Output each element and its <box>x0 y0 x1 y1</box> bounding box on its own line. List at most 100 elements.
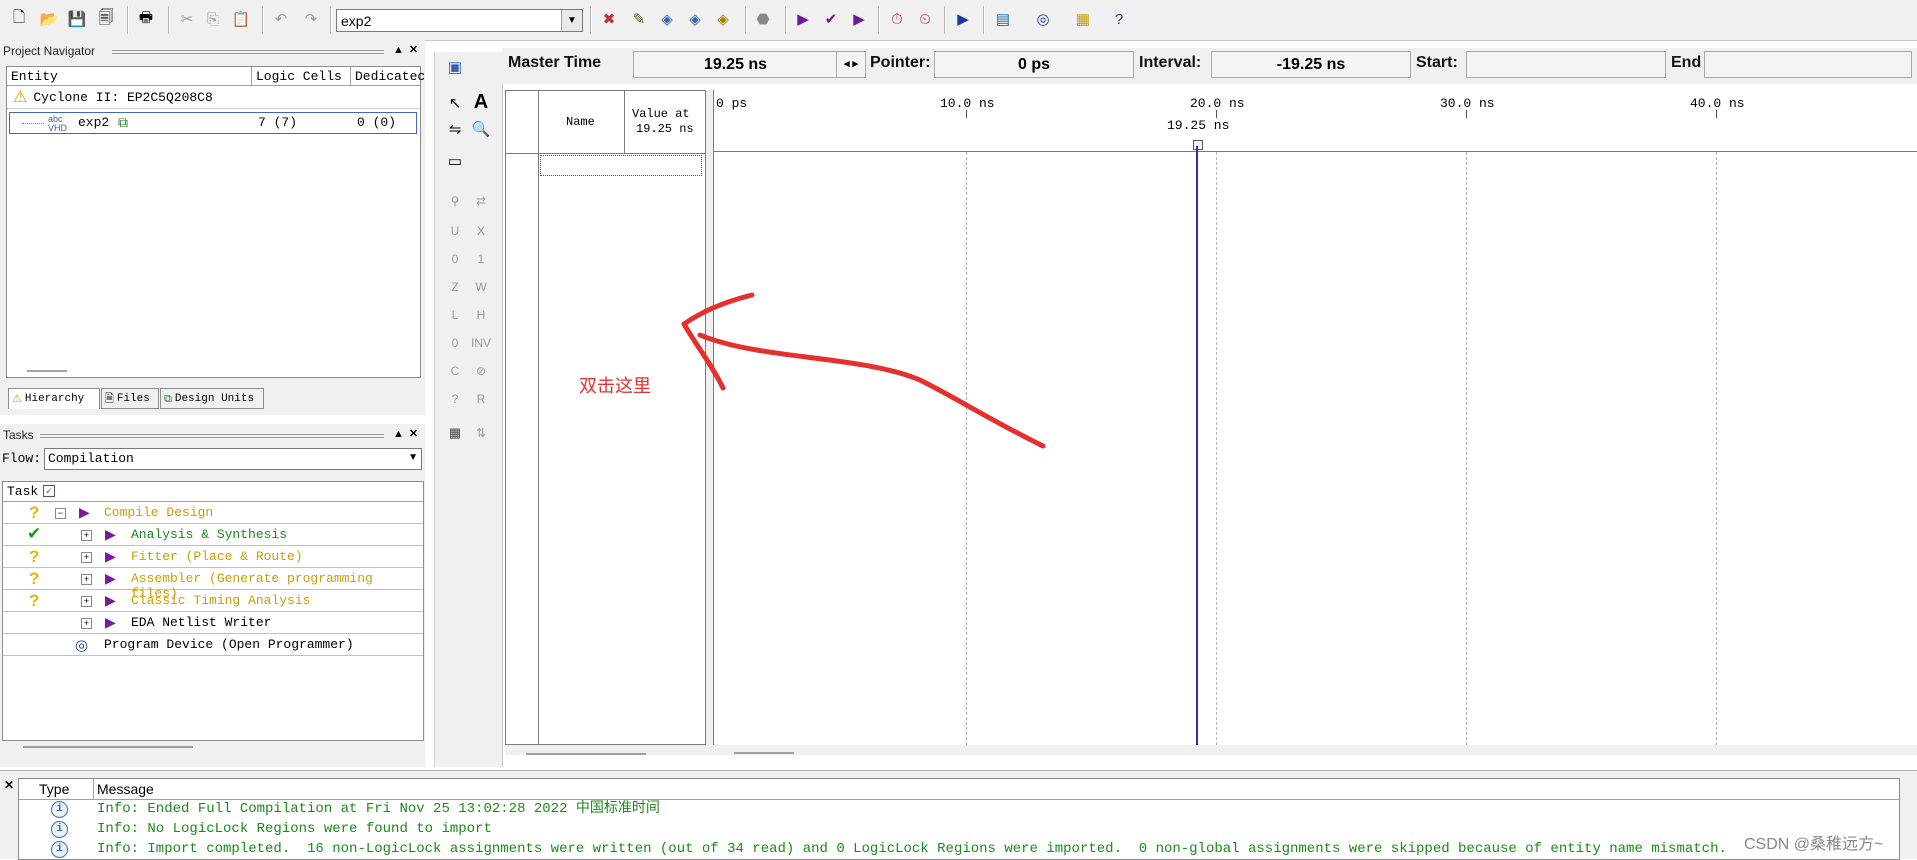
task-fitter[interactable]: ? + ▶ Fitter (Place & Route) <box>3 546 423 568</box>
compile-analysis-icon[interactable]: ◈ <box>656 8 678 30</box>
save-icon[interactable]: 💾 <box>66 8 88 30</box>
weak-high-icon[interactable]: H <box>470 304 492 326</box>
table-row[interactable]: abc VHD exp2 ⧉ 7 (7) 0 (0) <box>9 112 417 134</box>
window-icon[interactable]: ▣ <box>444 56 466 78</box>
task-analysis-synthesis[interactable]: ✔ + ▶ Analysis & Synthesis <box>3 524 423 546</box>
dont-care-icon[interactable]: X <box>470 220 492 242</box>
cursor-handle[interactable] <box>1193 140 1203 150</box>
find-icon[interactable]: ⚲ <box>444 190 466 212</box>
run-icon[interactable]: ▶ <box>79 504 90 521</box>
pointer-field[interactable]: 0 ps <box>934 51 1134 78</box>
forcing-high-icon[interactable]: 1 <box>470 248 492 270</box>
project-combo[interactable]: exp2 ▼ <box>336 9 583 32</box>
stop-compile-icon[interactable]: ✖ <box>598 8 620 30</box>
signal-name-panel[interactable]: Name Value at 19.25 ns <box>505 90 706 755</box>
scrollbar[interactable] <box>23 746 193 748</box>
empty-signal-slot[interactable] <box>540 155 702 176</box>
name-column-header[interactable]: Name <box>566 115 595 129</box>
text-tool-icon[interactable]: A <box>470 91 492 113</box>
cut-icon[interactable]: ✂ <box>176 8 198 30</box>
compile-assembler-icon[interactable]: ◈ <box>712 8 734 30</box>
run-icon[interactable]: ▶ <box>105 548 116 565</box>
timing-analyzer-icon[interactable]: ⏱ <box>886 8 908 30</box>
chevron-down-icon[interactable]: ▼ <box>561 10 582 31</box>
uninitialized-icon[interactable]: U <box>444 220 466 242</box>
column-header-entity[interactable]: Entity <box>7 67 252 86</box>
task-compile-design[interactable]: ? − ▶ Compile Design <box>3 502 423 524</box>
start-field[interactable] <box>1466 51 1666 78</box>
expand-icon[interactable]: + <box>81 574 92 585</box>
column-header-logic-cells[interactable]: Logic Cells <box>252 67 351 86</box>
task-classic-timing[interactable]: ? + ▶ Classic Timing Analysis <box>3 590 423 612</box>
collapse-icon[interactable]: − <box>55 508 66 519</box>
print-icon[interactable]: 🖶 <box>135 8 157 30</box>
interval-field[interactable]: -19.25 ns <box>1211 51 1411 78</box>
expand-icon[interactable]: + <box>81 530 92 541</box>
type-column-header[interactable]: Type <box>39 781 69 797</box>
column-header-dedicated[interactable]: Dedicatec <box>351 67 425 86</box>
value-column-header[interactable]: Value at <box>632 107 690 121</box>
scrollbar[interactable] <box>526 753 646 755</box>
table-row[interactable]: ⚠ Cyclone II: EP2C5Q208C8 <box>13 87 213 109</box>
overwrite-clock-icon[interactable]: 0 <box>444 332 466 354</box>
task-assembler[interactable]: ? + ▶ Assembler (Generate programming fi… <box>3 568 423 601</box>
run-icon[interactable]: ▶ <box>105 526 116 543</box>
start-analysis-icon[interactable]: ✔ <box>820 8 842 30</box>
count-value-icon[interactable]: C <box>444 360 466 382</box>
copy-icon[interactable]: ⎘ <box>202 8 224 30</box>
expand-icon[interactable]: + <box>81 618 92 629</box>
simulation-report-icon[interactable]: ▤ <box>992 8 1014 30</box>
waveform-edit-icon[interactable]: ⇋ <box>444 118 466 140</box>
selection-tool-icon[interactable]: ↖ <box>444 92 466 114</box>
programmer-icon[interactable]: ◎ <box>1032 8 1054 30</box>
open-folder-icon[interactable]: 📂 <box>38 8 60 30</box>
time-step-button[interactable]: ◂ ▸ <box>836 51 866 78</box>
task-program-device[interactable]: ◎ Program Device (Open Programmer) <box>3 634 423 656</box>
expand-icon[interactable]: + <box>81 552 92 563</box>
flow-select[interactable]: Compilation ▼ <box>44 448 422 470</box>
high-impedance-icon[interactable]: Z <box>444 276 466 298</box>
tab-hierarchy[interactable]: ⚠ Hierarchy <box>8 388 100 409</box>
close-icon[interactable]: ✕ <box>409 43 418 56</box>
random-values-icon[interactable]: ? <box>444 388 466 410</box>
replace-icon[interactable]: ⇄ <box>470 190 492 212</box>
run-icon[interactable]: ▶ <box>105 592 116 609</box>
start-compilation-icon[interactable]: ▶ <box>792 8 814 30</box>
invert-icon[interactable]: INV <box>470 332 492 354</box>
zoom-tool-icon[interactable]: 🔍 <box>470 118 492 140</box>
chip-planner-icon[interactable]: ▦ <box>1072 8 1094 30</box>
panel-float-icon[interactable]: ▲ <box>393 44 404 56</box>
master-time-field[interactable]: 19.25 ns <box>633 51 838 78</box>
weak-low-icon[interactable]: L <box>444 304 466 326</box>
checkbox-icon[interactable]: ✓ <box>43 485 55 497</box>
stop-icon[interactable]: ⬣ <box>752 8 774 30</box>
end-field[interactable] <box>1704 51 1912 78</box>
start-simulation-icon[interactable]: ▶ <box>952 8 974 30</box>
sort-icon[interactable]: ⇅ <box>470 422 492 444</box>
tab-design-units[interactable]: ⧉ Design Units <box>160 388 264 409</box>
redo-icon[interactable]: ↷ <box>300 8 322 30</box>
close-icon[interactable]: ✕ <box>4 778 14 792</box>
chevron-down-icon[interactable]: ▼ <box>408 452 418 463</box>
scrollbar[interactable] <box>27 370 67 372</box>
arbitrary-value-icon[interactable]: ⊘ <box>470 360 492 382</box>
weak-unknown-icon[interactable]: W <box>470 276 492 298</box>
assign-icon[interactable]: ✎ <box>628 8 650 30</box>
compile-fitter-icon[interactable]: ◈ <box>684 8 706 30</box>
run-icon[interactable]: ▶ <box>105 570 116 587</box>
group-icon[interactable]: ▦ <box>444 422 466 444</box>
tab-files[interactable]: 🗎 Files <box>101 388 159 409</box>
expand-icon[interactable]: + <box>81 596 92 607</box>
new-file-icon[interactable]: 🗋 <box>8 8 30 30</box>
waveform-timeline[interactable]: 0 ps 10.0 ns 20.0 ns 30.0 ns 40.0 ns 19.… <box>713 90 1917 754</box>
message-column-header[interactable]: Message <box>97 781 154 797</box>
full-screen-icon[interactable]: ▭ <box>444 150 466 172</box>
save-all-icon[interactable]: 🗐 <box>95 8 117 30</box>
task-eda-netlist[interactable]: + ▶ EDA Netlist Writer <box>3 612 423 634</box>
panel-float-icon[interactable]: ▲ <box>393 428 404 440</box>
master-time-cursor[interactable] <box>1196 146 1198 745</box>
paste-icon[interactable]: 📋 <box>230 8 252 30</box>
scrollbar[interactable] <box>734 752 794 754</box>
start-timing-icon[interactable]: ▶ <box>848 8 870 30</box>
run-icon[interactable]: ▶ <box>105 614 116 631</box>
